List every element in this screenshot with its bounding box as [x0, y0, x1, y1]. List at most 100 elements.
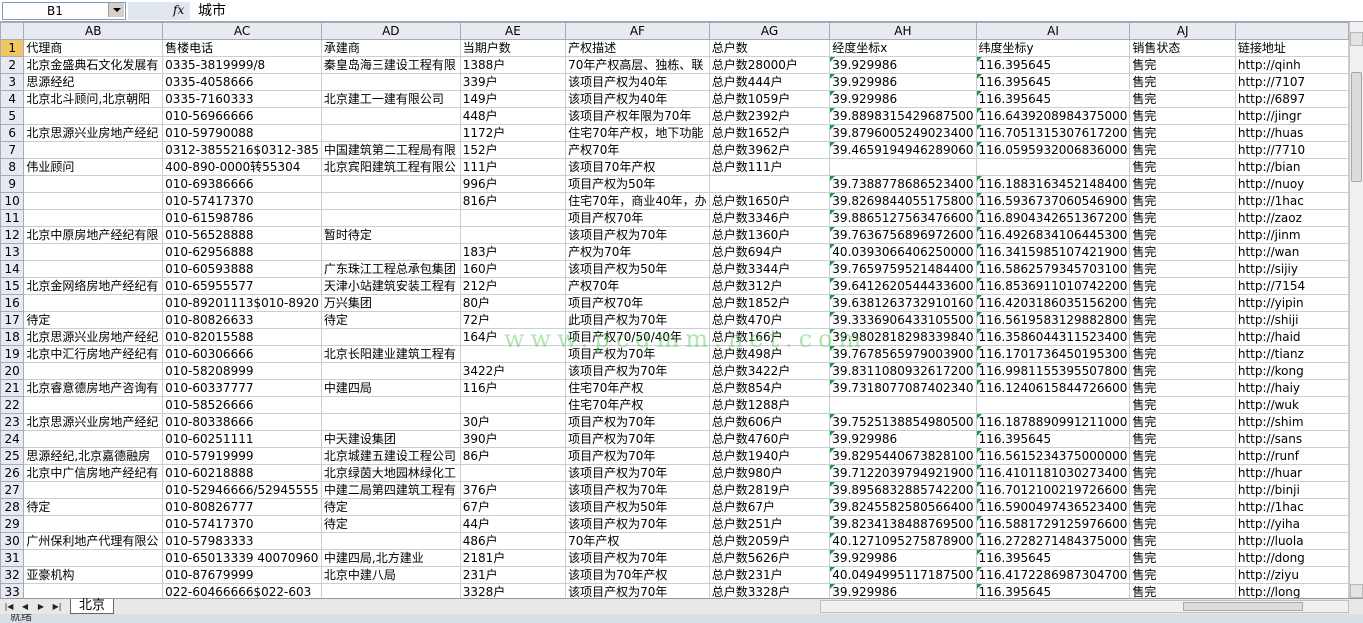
cell[interactable]: 该项目产权为50年 [565, 260, 710, 278]
cell[interactable]: 该项目产权为70年 [565, 515, 710, 533]
cell[interactable]: 经度坐标x [829, 39, 977, 57]
cell[interactable]: 39.8234138488769500 [829, 515, 977, 533]
cell[interactable]: 住宅70年产权 [565, 396, 710, 414]
cell[interactable]: 总户数2392户 [708, 107, 831, 125]
row-header[interactable]: 6 [0, 124, 25, 142]
cell[interactable]: 总户数1852户 [708, 294, 831, 312]
row-header[interactable]: 4 [0, 90, 25, 108]
cell[interactable]: 售完 [1129, 549, 1236, 567]
cell[interactable]: 产权70年 [565, 141, 710, 159]
cell[interactable]: 售完 [1129, 260, 1236, 278]
cell[interactable]: 中建四局,北方建业 [320, 549, 461, 567]
cell[interactable]: http://zaoz [1234, 209, 1349, 227]
cell[interactable]: http://long [1234, 583, 1349, 598]
cell[interactable]: 010-57417370 [162, 515, 322, 533]
last-sheet-icon[interactable]: ▶| [50, 600, 64, 613]
row-header[interactable]: 1 [0, 39, 25, 57]
row-header[interactable]: 25 [0, 447, 25, 465]
cell[interactable]: 项目产权为50年 [565, 175, 710, 193]
cell[interactable]: 010-56966666 [162, 107, 322, 125]
cell[interactable]: 39.8865127563476600 [829, 209, 977, 227]
cell[interactable]: 待定 [320, 498, 461, 516]
row-header[interactable]: 28 [0, 498, 25, 516]
cell[interactable]: 010-57919999 [162, 447, 322, 465]
cell[interactable]: 010-58208999 [162, 362, 322, 380]
cell[interactable]: 116.5936737060546900 [975, 192, 1131, 210]
cell[interactable]: 116.5881729125976600 [975, 515, 1131, 533]
cell[interactable]: 010-57417370 [162, 192, 322, 210]
cell[interactable]: 010-80826777 [162, 498, 322, 516]
column-header[interactable] [1234, 22, 1349, 40]
cell[interactable]: 390户 [459, 430, 567, 448]
row-header[interactable]: 27 [0, 481, 25, 499]
cell[interactable]: 39.7659759521484400 [829, 260, 977, 278]
row-header[interactable]: 33 [0, 583, 25, 598]
cell[interactable]: 39.929986 [829, 56, 977, 74]
cell[interactable]: 总户数312户 [708, 277, 831, 295]
cell[interactable]: http://sans [1234, 430, 1349, 448]
cell[interactable]: 39.6412620544433600 [829, 277, 977, 295]
cell[interactable]: 总户数1360户 [708, 226, 831, 244]
cell[interactable]: http://1hac [1234, 498, 1349, 516]
next-sheet-icon[interactable]: ▶ [34, 600, 48, 613]
cell[interactable]: 该项目70年产权 [565, 158, 710, 176]
cell[interactable]: 项目产权为70年 [565, 430, 710, 448]
cell[interactable]: 010-57983333 [162, 532, 322, 550]
cell[interactable] [23, 141, 164, 159]
cell[interactable]: 总户数1059户 [708, 90, 831, 108]
formula-input[interactable]: 城市 [190, 2, 1360, 20]
cell[interactable]: 该项目产权年限为70年 [565, 107, 710, 125]
cell[interactable] [320, 328, 461, 346]
cell[interactable]: 70年产权高层、独栋、联 [565, 56, 710, 74]
cell[interactable]: 总户数3346户 [708, 209, 831, 227]
cell[interactable]: 当期户数 [459, 39, 567, 57]
cell[interactable]: 39.7388778686523400 [829, 175, 977, 193]
cell[interactable]: 售完 [1129, 430, 1236, 448]
cell[interactable]: 010-69386666 [162, 175, 322, 193]
cell[interactable]: http://kong [1234, 362, 1349, 380]
cell[interactable] [975, 158, 1131, 176]
row-header[interactable]: 13 [0, 243, 25, 261]
cell[interactable]: 116.5619583129882800 [975, 311, 1131, 329]
cell[interactable]: 售完 [1129, 175, 1236, 193]
cell[interactable]: 售完 [1129, 226, 1236, 244]
cell[interactable]: 总户数1652户 [708, 124, 831, 142]
cell[interactable]: 总户数3328户 [708, 583, 831, 598]
cell[interactable]: 该项目产权为40年 [565, 90, 710, 108]
cell[interactable]: 116.395645 [975, 90, 1131, 108]
cell[interactable] [320, 73, 461, 91]
cell[interactable]: http://7710 [1234, 141, 1349, 159]
cell[interactable]: 116.5615234375000000 [975, 447, 1131, 465]
cell[interactable]: 116.395645 [975, 583, 1131, 598]
cell[interactable] [459, 396, 567, 414]
cell[interactable]: 39.4659194946289060 [829, 141, 977, 159]
cell[interactable]: 39.7678565979003900 [829, 345, 977, 363]
cell[interactable]: 该项目产权为70年 [565, 464, 710, 482]
row-header[interactable]: 26 [0, 464, 25, 482]
cell[interactable] [23, 175, 164, 193]
row-header[interactable]: 10 [0, 192, 25, 210]
cell[interactable]: 996户 [459, 175, 567, 193]
row-header[interactable]: 32 [0, 566, 25, 584]
cell[interactable]: 010-60337777 [162, 379, 322, 397]
cell[interactable]: 售完 [1129, 243, 1236, 261]
cell[interactable]: 010-60251111 [162, 430, 322, 448]
cell[interactable] [320, 175, 461, 193]
cell[interactable]: 售完 [1129, 192, 1236, 210]
cell[interactable] [320, 192, 461, 210]
cell[interactable] [459, 209, 567, 227]
cell[interactable] [23, 396, 164, 414]
cell[interactable]: 1172户 [459, 124, 567, 142]
cell[interactable]: 北京思源兴业房地产经纪 [23, 413, 164, 431]
cell[interactable]: 72户 [459, 311, 567, 329]
cell[interactable]: 北京思源兴业房地产经纪 [23, 124, 164, 142]
fx-icon[interactable]: fx [173, 3, 184, 17]
cell[interactable]: 中天建设集团 [320, 430, 461, 448]
cell[interactable]: 149户 [459, 90, 567, 108]
cell[interactable]: 待定 [320, 515, 461, 533]
cell[interactable]: 广州保利地产代理有限公 [23, 532, 164, 550]
cell[interactable] [23, 549, 164, 567]
cell[interactable]: 39.929986 [829, 430, 977, 448]
cell[interactable] [23, 430, 164, 448]
cell[interactable]: 116.1878890991211000 [975, 413, 1131, 431]
